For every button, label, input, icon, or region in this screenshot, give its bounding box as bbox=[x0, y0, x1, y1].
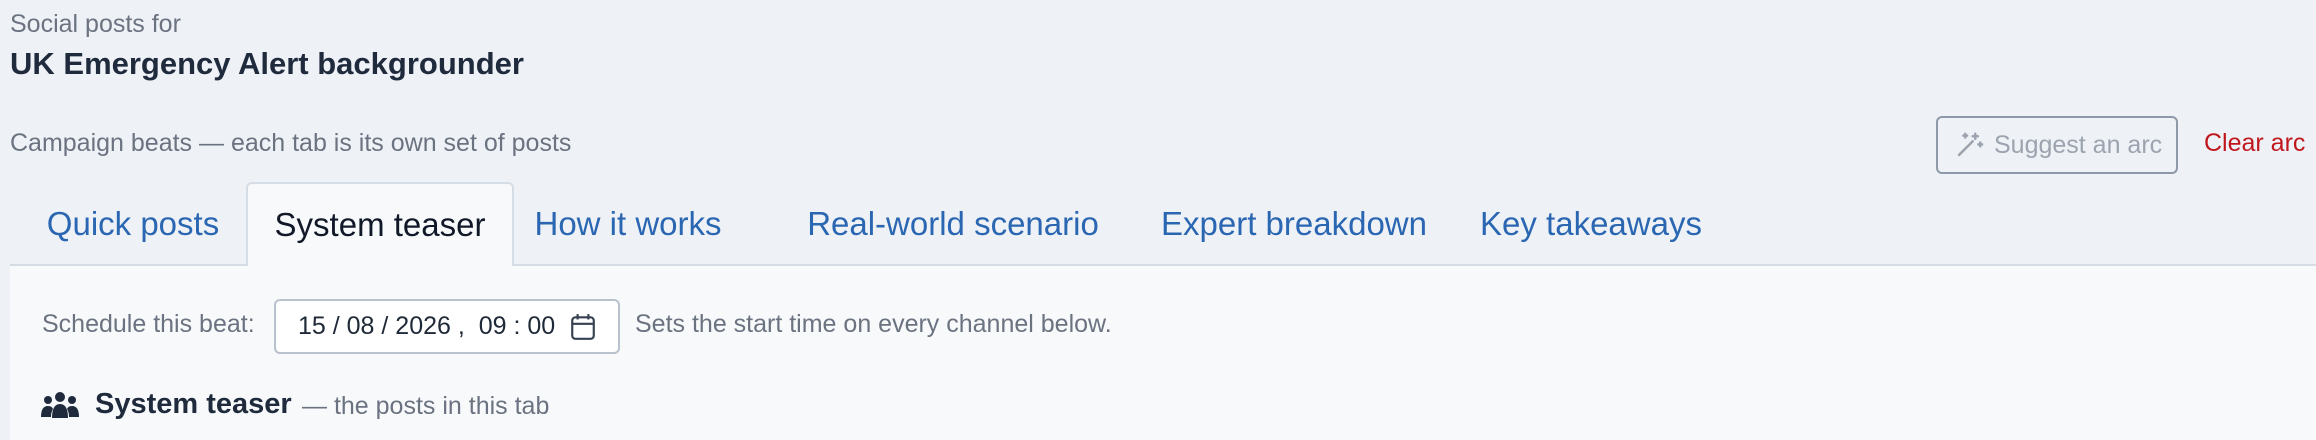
page-kicker: Social posts for bbox=[10, 10, 181, 38]
schedule-help-text: Sets the start time on every channel bel… bbox=[635, 310, 1112, 338]
tab-how-it-works[interactable]: How it works bbox=[516, 182, 740, 266]
tab-quick-posts[interactable]: Quick posts bbox=[22, 182, 244, 266]
calendar-icon[interactable] bbox=[570, 313, 596, 341]
tab-expert-breakdown[interactable]: Expert breakdown bbox=[1144, 182, 1444, 266]
social-posts-page: Social posts for UK Emergency Alert back… bbox=[0, 0, 2316, 440]
section-title: System teaser bbox=[95, 388, 292, 420]
tab-key-takeaways[interactable]: Key takeaways bbox=[1470, 182, 1712, 266]
campaign-tabs: Quick posts System teaser How it works R… bbox=[10, 182, 2316, 268]
magic-wand-icon bbox=[1957, 132, 1984, 157]
page-title: UK Emergency Alert backgrounder bbox=[10, 46, 524, 81]
section-subtitle: — the posts in this tab bbox=[302, 392, 550, 420]
schedule-label: Schedule this beat: bbox=[42, 310, 255, 338]
people-group-icon bbox=[41, 392, 79, 418]
schedule-datetime-value: 15 / 08 / 2026 , 09 : 00 bbox=[298, 312, 556, 340]
suggest-arc-button[interactable]: Suggest an arc bbox=[1936, 116, 2178, 174]
tab-real-world-scenario[interactable]: Real-world scenario bbox=[786, 182, 1120, 266]
tab-panel: Schedule this beat: 15 / 08 / 2026 , 09 … bbox=[10, 266, 2316, 440]
clear-arc-button[interactable]: Clear arc bbox=[2204, 129, 2305, 158]
campaign-beats-description: Campaign beats — each tab is its own set… bbox=[10, 129, 572, 157]
schedule-datetime-input[interactable]: 15 / 08 / 2026 , 09 : 00 bbox=[274, 299, 620, 354]
tab-system-teaser[interactable]: System teaser bbox=[246, 182, 514, 268]
suggest-arc-label: Suggest an arc bbox=[1994, 130, 2163, 159]
